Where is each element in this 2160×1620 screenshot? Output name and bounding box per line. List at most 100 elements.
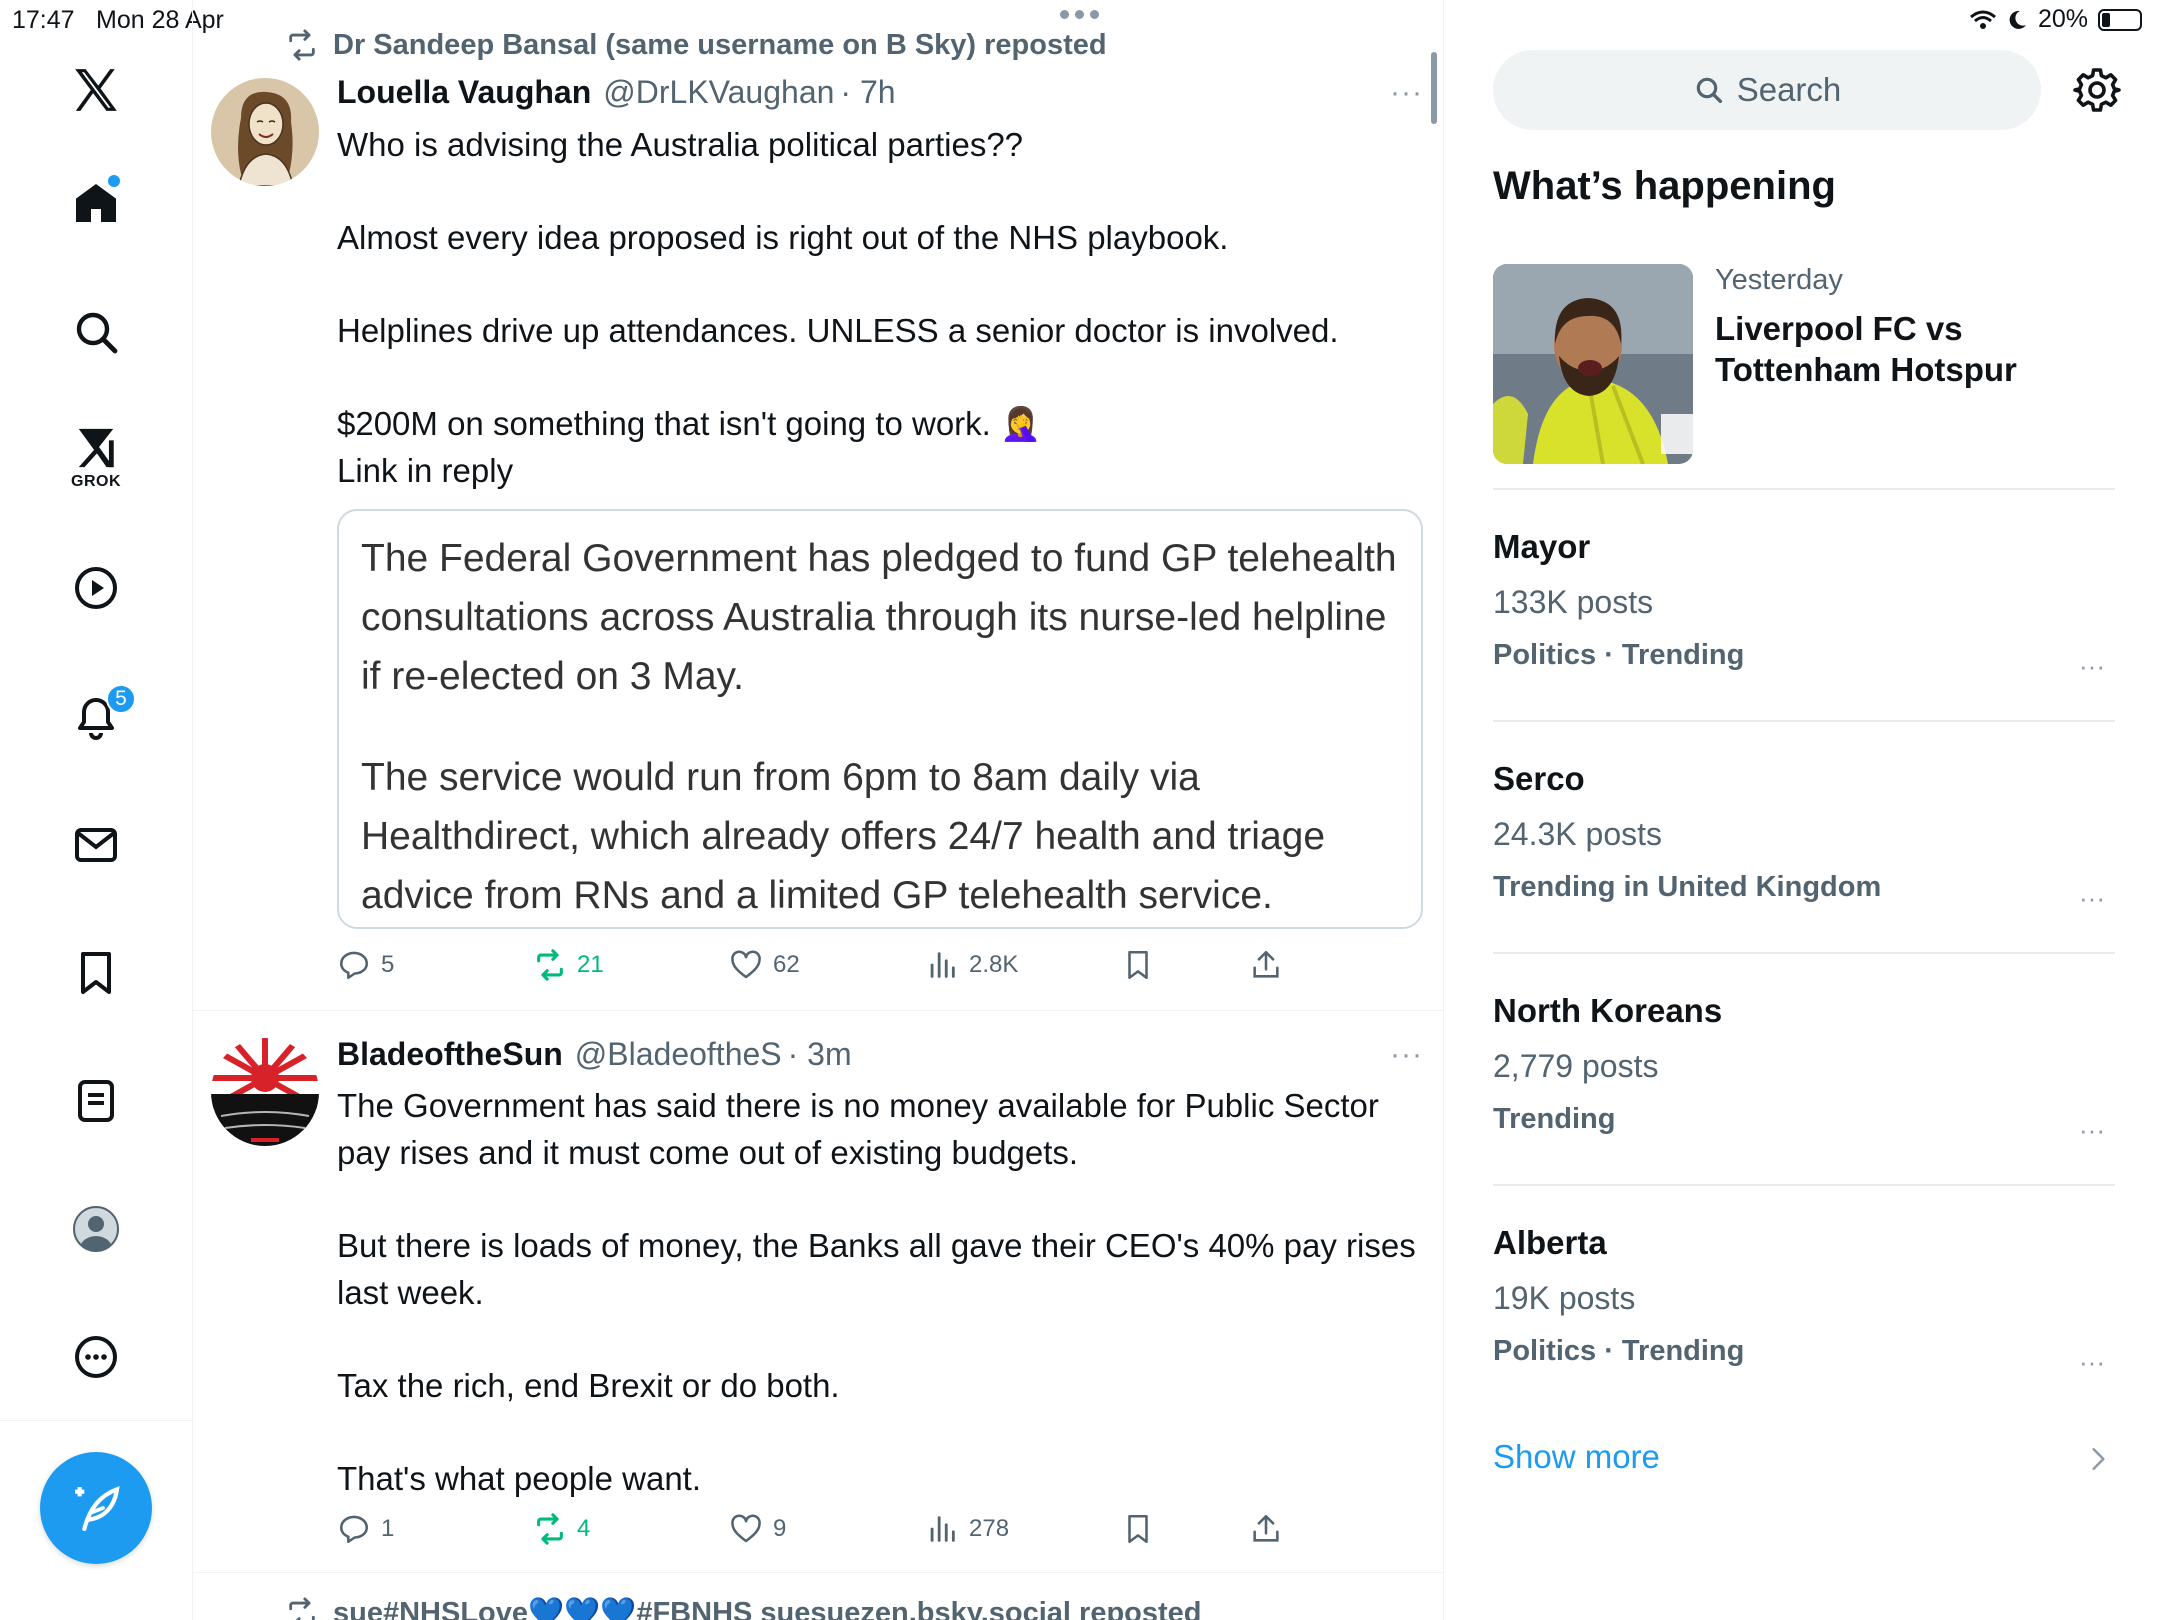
avatar[interactable]: [211, 1038, 319, 1146]
trend-item[interactable]: Alberta 19K posts Politics · Trending ··…: [1493, 1224, 2115, 1414]
notifications-icon[interactable]: 5: [56, 676, 136, 756]
left-navigation: GROK 5: [0, 0, 193, 1620]
bookmarks-icon[interactable]: [56, 933, 136, 1013]
tweet-paragraph: Helplines drive up attendances. UNLESS a…: [337, 312, 1339, 349]
repost-button[interactable]: 4: [533, 1512, 590, 1546]
reply-button[interactable]: 5: [337, 948, 394, 982]
repost-indicator[interactable]: Dr Sandeep Bansal (same username on B Sk…: [285, 28, 1107, 62]
tweet-divider: [193, 1572, 1443, 1573]
repost-button[interactable]: 21: [533, 948, 604, 982]
trend-topic: North Koreans: [1493, 992, 1723, 1029]
x-logo-icon[interactable]: [56, 50, 136, 130]
repost-icon: [537, 1513, 563, 1545]
repost-by-label: Dr Sandeep Bansal (same username on B Sk…: [333, 28, 1107, 61]
trend-more-button[interactable]: ···: [2079, 1347, 2105, 1378]
trend-post-count: 133K posts: [1493, 584, 1654, 620]
share-button[interactable]: [1249, 1512, 1283, 1546]
tweet-divider: [193, 1010, 1443, 1011]
views-button[interactable]: 2.8K: [925, 948, 1018, 982]
messages-icon[interactable]: [56, 805, 136, 885]
tweet-more-button[interactable]: ···: [1390, 76, 1423, 110]
compose-post-button[interactable]: [40, 1452, 152, 1564]
author-name[interactable]: BladeoftheSun: [337, 1036, 563, 1073]
trend-topic: Mayor: [1493, 528, 1591, 565]
repost-by-label: sue#NHSLove💙💙💙#FBNHS suesuezen.bsky.soci…: [333, 1597, 1202, 1620]
bookmark-icon: [1128, 1514, 1148, 1544]
home-new-indicator: [108, 175, 120, 187]
more-icon[interactable]: [56, 1317, 136, 1397]
repost-icon: [537, 949, 563, 981]
search-placeholder: Search: [1736, 71, 1842, 108]
trend-context: Politics · Trending: [1493, 639, 1745, 671]
trend-context: Trending: [1493, 1103, 1616, 1135]
avatar[interactable]: [211, 78, 319, 186]
bookmark-icon: [1128, 950, 1148, 980]
event-title[interactable]: Liverpool FC vs Tottenham Hotspur: [1715, 308, 2135, 390]
home-icon[interactable]: [56, 163, 136, 243]
views-chart-icon: [930, 952, 955, 978]
tweet-header: Louella Vaughan @DrLKVaughan · 7h: [337, 74, 896, 111]
trend-item[interactable]: Serco 24.3K posts Trending in United Kin…: [1493, 760, 2115, 950]
views-button[interactable]: 278: [925, 1512, 1009, 1546]
nav-divider: [0, 1420, 192, 1421]
bookmark-button[interactable]: [1121, 948, 1155, 982]
trend-context: Trending in United Kingdom: [1493, 871, 1882, 903]
tweet-paragraph: Almost every idea proposed is right out …: [337, 219, 1229, 256]
reply-icon: [339, 1515, 369, 1544]
timeline-feed[interactable]: Dr Sandeep Bansal (same username on B Sk…: [193, 0, 1444, 1620]
grok-icon[interactable]: GROK: [56, 418, 136, 498]
tweet-paragraph: Tax the rich, end Brexit or do both.: [337, 1367, 840, 1404]
author-handle[interactable]: @BladeoftheS: [575, 1036, 782, 1073]
author-handle[interactable]: @DrLKVaughan: [603, 74, 834, 111]
trend-divider: [1493, 488, 2115, 490]
notifications-badge: 5: [106, 684, 136, 714]
repost-indicator[interactable]: sue#NHSLove💙💙💙#FBNHS suesuezen.bsky.soci…: [285, 1596, 1202, 1620]
tweet-paragraph: Link in reply: [337, 452, 514, 489]
event-thumbnail[interactable]: [1493, 264, 1693, 464]
reply-icon: [339, 951, 369, 980]
event-time: Yesterday: [1715, 264, 1843, 296]
trend-item[interactable]: North Koreans 2,779 posts Trending ···: [1493, 992, 2115, 1182]
view-count: 2.8K: [969, 951, 1019, 978]
search-input[interactable]: Search: [1493, 50, 2041, 130]
tweet-time[interactable]: · 3m: [788, 1036, 852, 1073]
feed-scrollbar[interactable]: [1431, 52, 1437, 124]
bookmark-button[interactable]: [1121, 1512, 1155, 1546]
video-icon[interactable]: [56, 548, 136, 628]
profile-icon[interactable]: [56, 1189, 136, 1269]
share-button[interactable]: [1249, 948, 1283, 982]
like-count: 62: [773, 951, 800, 978]
views-chart-icon: [930, 1516, 955, 1542]
tweet-text: The Government has said there is no mone…: [337, 1082, 1417, 1502]
trend-more-button[interactable]: ···: [2079, 1115, 2105, 1146]
tweet-actions: 5 21 62 2.8K: [337, 948, 1443, 992]
like-count: 9: [773, 1515, 787, 1542]
trend-item[interactable]: Mayor 133K posts Politics · Trending ···: [1493, 528, 2115, 718]
trend-more-button[interactable]: ···: [2079, 651, 2105, 682]
tweet-more-button[interactable]: ···: [1390, 1038, 1423, 1072]
like-button[interactable]: 9: [729, 1512, 786, 1546]
tweet-time[interactable]: · 7h: [840, 74, 895, 111]
trend-divider: [1493, 952, 2115, 954]
chevron-right-icon: [2092, 1448, 2105, 1470]
share-icon: [1253, 950, 1279, 978]
quoted-image-card[interactable]: The Federal Government has pledged to fu…: [337, 509, 1423, 929]
like-button[interactable]: 62: [729, 948, 800, 982]
tweet-paragraph: But there is loads of money, the Banks a…: [337, 1227, 1416, 1311]
tweet-actions: 1 4 9 278: [337, 1512, 1443, 1556]
show-more-link[interactable]: Show more: [1493, 1438, 1660, 1476]
trend-post-count: 2,779 posts: [1493, 1048, 1659, 1084]
trend-context: Politics · Trending: [1493, 1335, 1745, 1367]
tweet-paragraph: That's what people want.: [337, 1460, 702, 1497]
lists-icon[interactable]: [56, 1061, 136, 1141]
repost-count: 4: [577, 1515, 591, 1542]
author-name[interactable]: Louella Vaughan: [337, 74, 591, 111]
reply-button[interactable]: 1: [337, 1512, 394, 1546]
trend-more-button[interactable]: ···: [2079, 883, 2105, 914]
search-icon[interactable]: [56, 292, 136, 372]
repost-count: 21: [577, 951, 604, 978]
tweet-paragraph: Who is advising the Australia political …: [337, 126, 1024, 163]
repost-icon: [289, 1597, 315, 1620]
trend-topic: Serco: [1493, 760, 1585, 797]
settings-gear-icon[interactable]: [2073, 66, 2121, 114]
